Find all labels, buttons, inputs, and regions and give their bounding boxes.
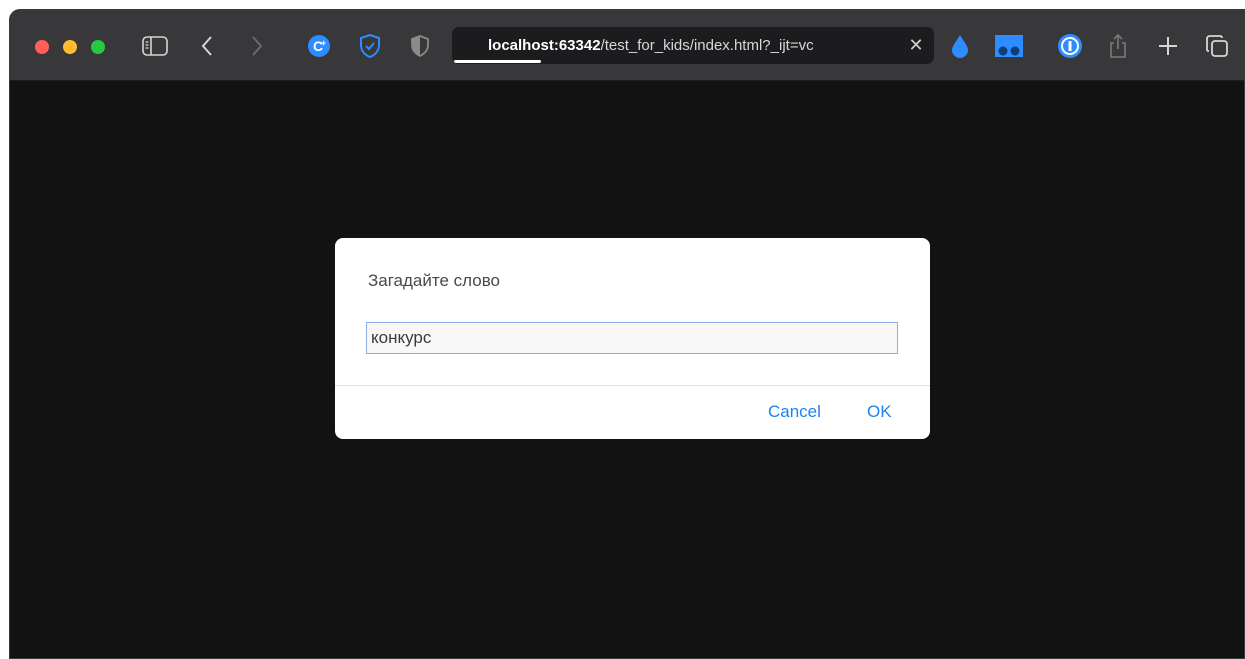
close-window-button[interactable] xyxy=(35,40,49,54)
drop-extension-icon[interactable] xyxy=(950,33,970,59)
ok-button[interactable]: OK xyxy=(867,402,892,422)
sidebar-toggle-icon[interactable] xyxy=(142,35,168,57)
svg-text:+: + xyxy=(321,38,326,48)
extension-c-plus-icon[interactable]: C + xyxy=(307,34,331,58)
shield-check-icon[interactable] xyxy=(358,33,382,59)
prompt-input[interactable] xyxy=(366,322,898,354)
page-load-progress xyxy=(454,60,541,63)
prompt-dialog: Загадайте слово Cancel OK xyxy=(335,238,930,439)
url-host: localhost:63342 xyxy=(488,37,601,54)
address-bar[interactable]: localhost:63342/test_for_kids/index.html… xyxy=(452,27,934,64)
new-tab-icon[interactable] xyxy=(1157,35,1179,57)
reader-extension-icon[interactable] xyxy=(994,33,1024,59)
stop-loading-icon[interactable]: ✕ xyxy=(906,35,926,55)
cancel-button[interactable]: Cancel xyxy=(768,402,821,422)
browser-window: C + localhost:63342/test_for_kids/index.h… xyxy=(9,9,1245,659)
browser-toolbar: C + localhost:63342/test_for_kids/index.h… xyxy=(10,10,1244,81)
minimize-window-button[interactable] xyxy=(63,40,77,54)
privacy-shield-icon[interactable] xyxy=(410,34,430,58)
url-text[interactable]: localhost:63342/test_for_kids/index.html… xyxy=(488,37,898,54)
dialog-divider xyxy=(335,385,930,386)
share-icon[interactable] xyxy=(1108,32,1128,60)
zoom-window-button[interactable] xyxy=(91,40,105,54)
back-icon[interactable] xyxy=(200,34,214,58)
forward-icon[interactable] xyxy=(250,34,264,58)
url-path: /test_for_kids/index.html?_ijt=vc xyxy=(600,37,814,54)
password-manager-icon[interactable] xyxy=(1057,33,1083,59)
dialog-message: Загадайте слово xyxy=(368,271,501,290)
tab-overview-icon[interactable] xyxy=(1205,34,1229,58)
